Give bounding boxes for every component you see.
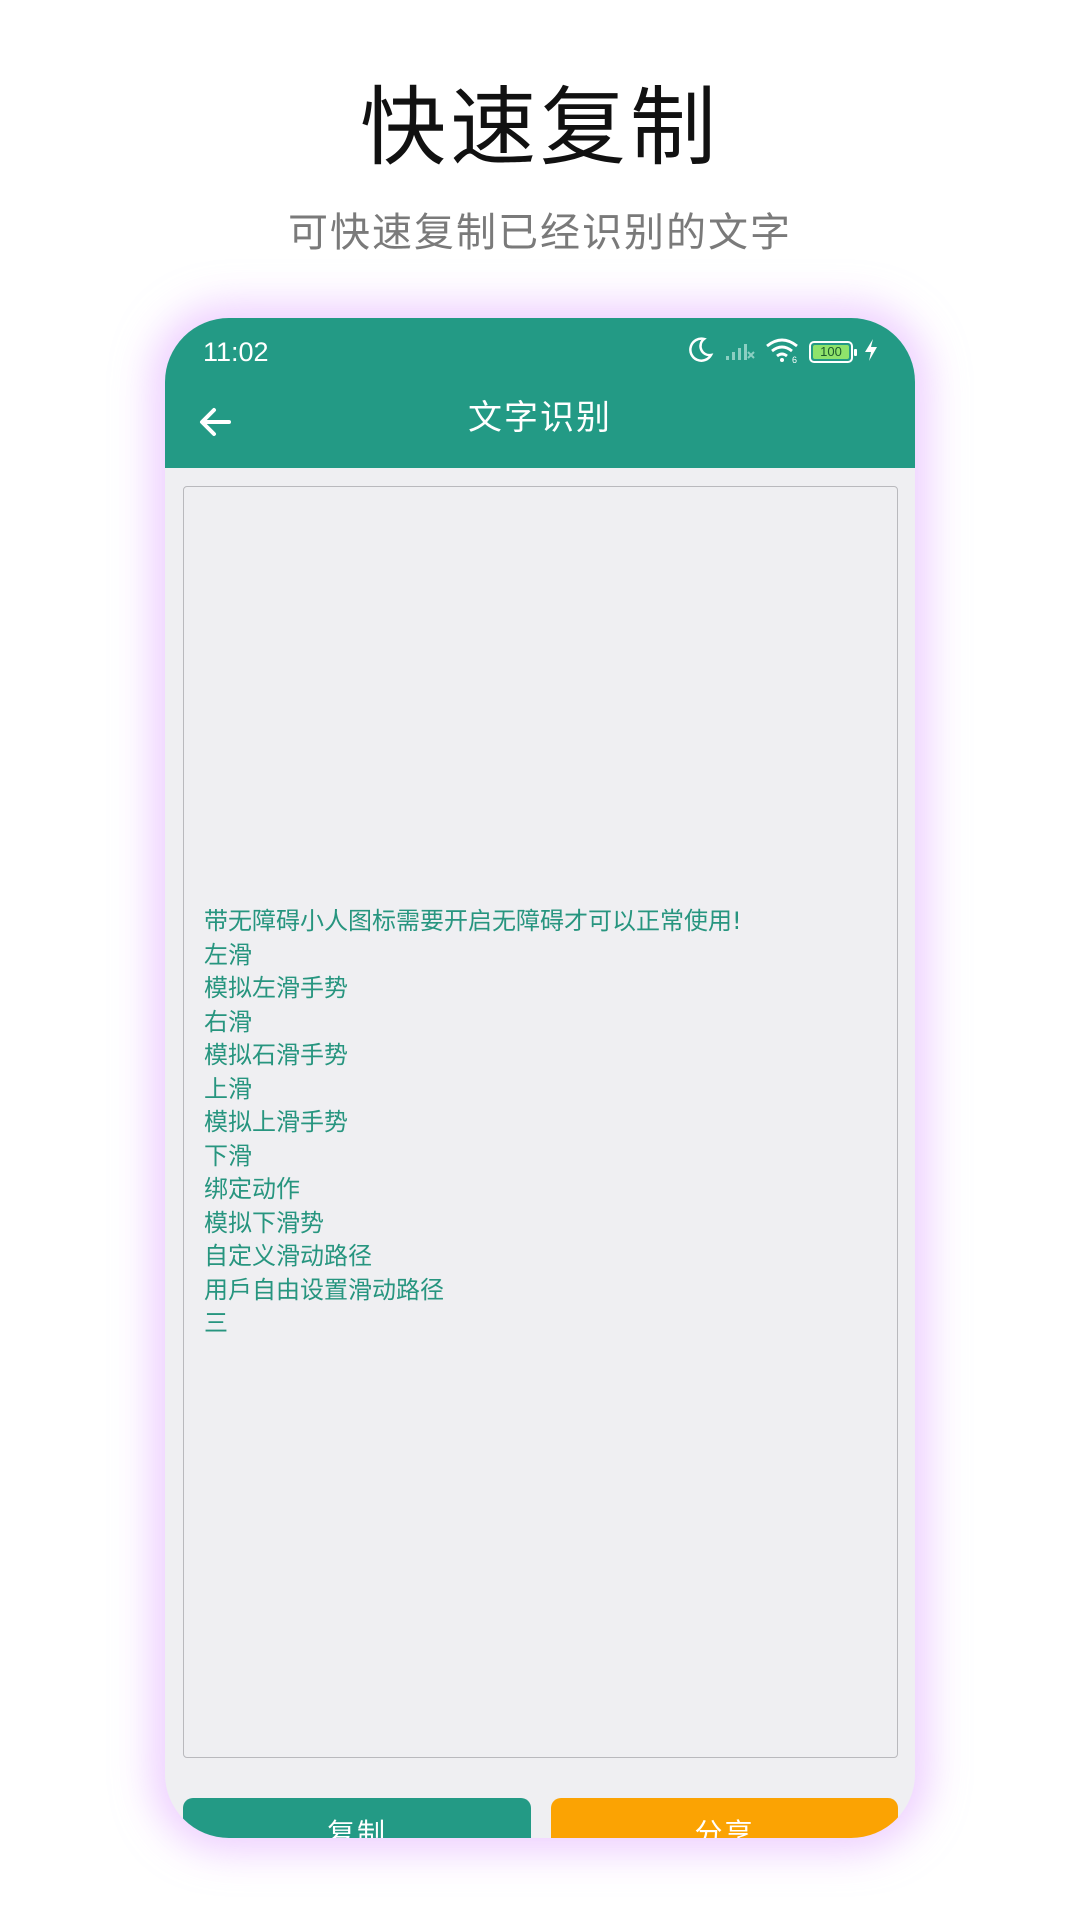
page-title: 文字识别 <box>468 398 612 438</box>
moon-icon <box>685 335 715 369</box>
charging-icon <box>863 338 879 366</box>
app-bar: 11:02 6 100 文字识别 <box>165 318 915 468</box>
battery-icon: 100 <box>809 341 857 363</box>
text-line: 自定义滑动路径 <box>204 1242 372 1270</box>
status-icons: 6 100 <box>685 336 879 368</box>
phone-frame: 11:02 6 100 文字识别 带无障碍小人图标需要开启无障碍才可以正常使用!… <box>165 318 915 1838</box>
text-line: 上滑 <box>204 1074 252 1103</box>
wifi-icon: 6 <box>765 337 799 367</box>
promo-title: 快速复制 <box>360 78 720 178</box>
text-line: 三 <box>204 1309 228 1337</box>
text-line: 绑定动作 <box>204 1175 300 1203</box>
text-line: 左滑 <box>204 940 252 969</box>
text-line: 模拟石滑手势 <box>204 1041 348 1069</box>
recognized-text[interactable]: 带无障碍小人图标需要开启无障碍才可以正常使用! 左滑 模拟左滑手势 右滑 模拟石… <box>204 905 884 1341</box>
text-line: 用戶自由设置滑动路径 <box>204 1275 444 1304</box>
share-button[interactable]: 分享 <box>551 1798 898 1838</box>
text-line: 模拟下滑势 <box>204 1208 324 1237</box>
copy-button[interactable]: 复制 <box>183 1798 531 1838</box>
promo-subtitle: 可快速复制已经识别的文字 <box>288 210 792 256</box>
text-line: 模拟左滑手势 <box>204 974 348 1002</box>
text-line: 模拟上滑手势 <box>204 1108 348 1136</box>
recognized-text-area[interactable]: 带无障碍小人图标需要开启无障碍才可以正常使用! 左滑 模拟左滑手势 右滑 模拟石… <box>183 486 898 1758</box>
svg-text:6: 6 <box>792 355 797 363</box>
text-line: 右滑 <box>204 1007 252 1036</box>
status-time: 11:02 <box>203 337 269 367</box>
text-line: 下滑 <box>204 1141 252 1170</box>
text-line: 带无障碍小人图标需要开启无障碍才可以正常使用! <box>204 907 742 935</box>
battery-level: 100 <box>813 345 849 359</box>
signal-icon <box>725 338 755 366</box>
